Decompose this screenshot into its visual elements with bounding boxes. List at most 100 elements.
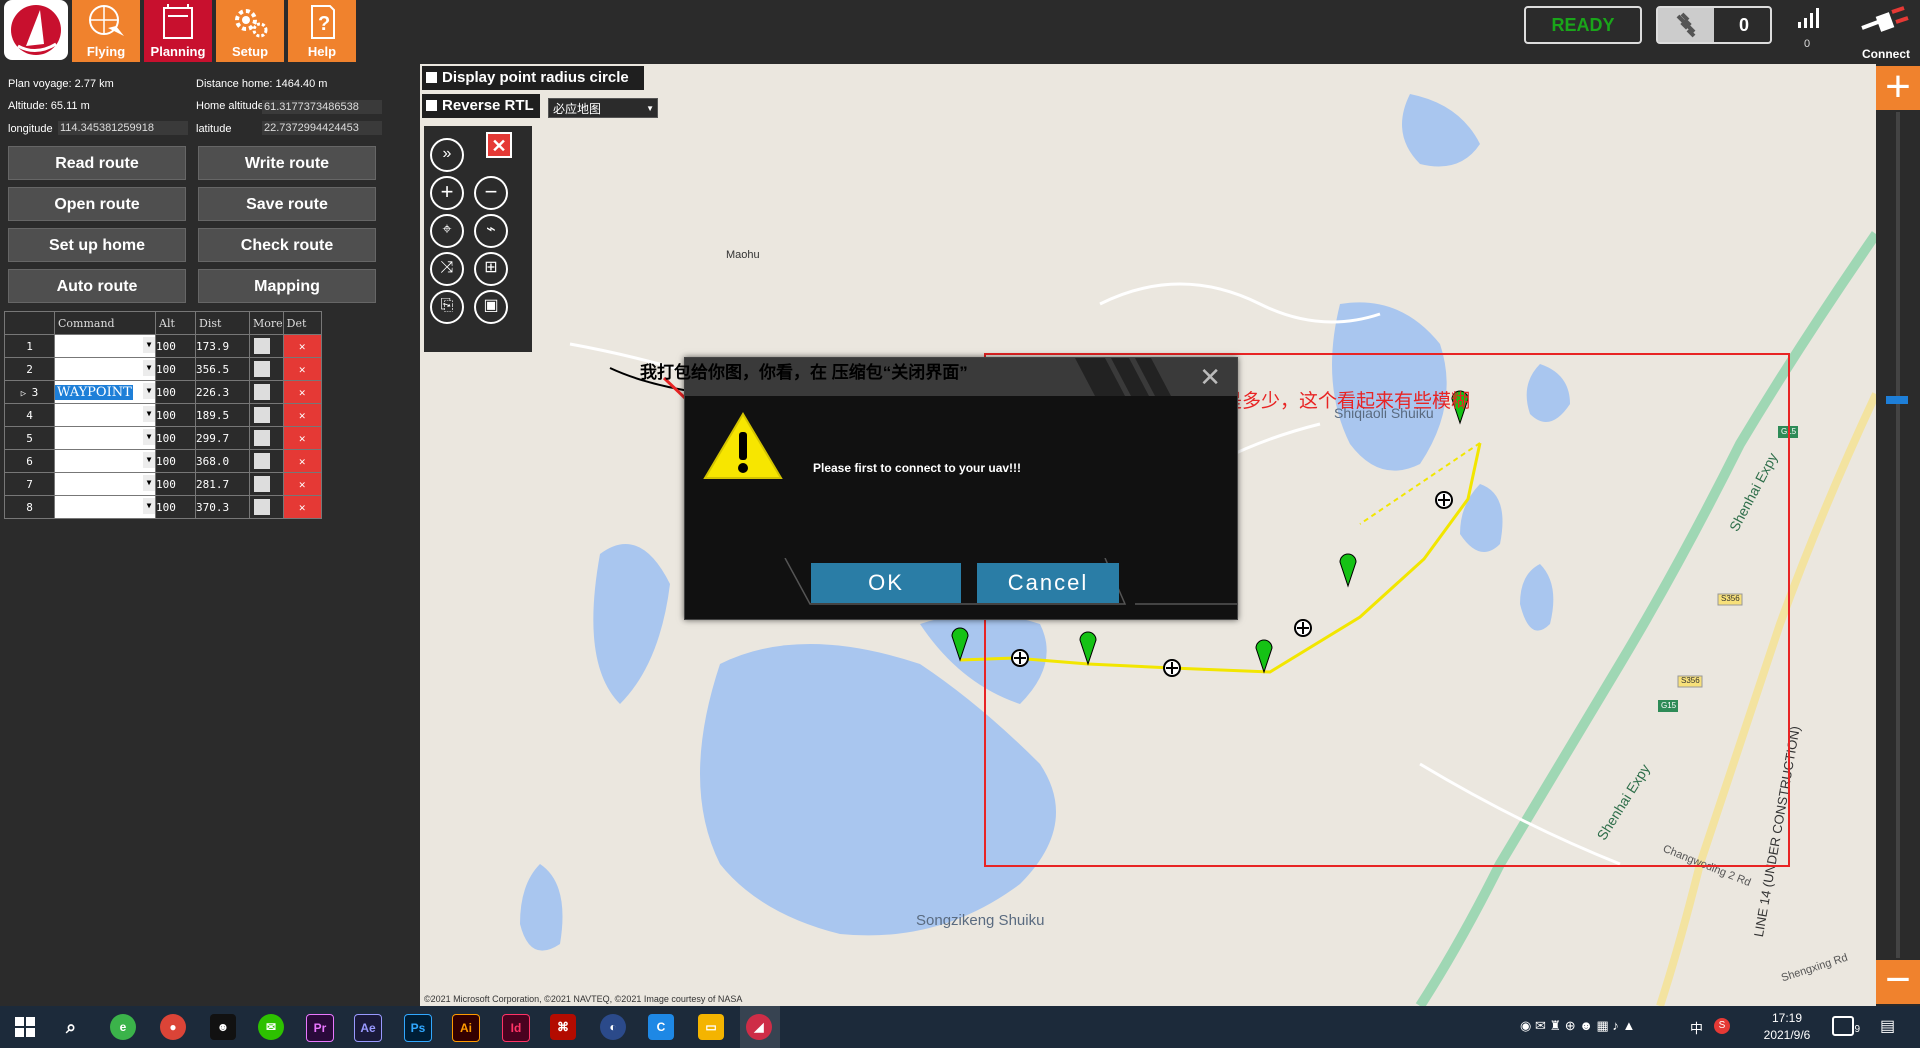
qq-icon[interactable]: ☻	[210, 1014, 236, 1040]
read-route-button[interactable]: Read route	[8, 146, 186, 180]
chevron-down-icon[interactable]: ▼	[143, 498, 155, 514]
delete-button[interactable]: ✕	[282, 380, 322, 404]
illustrator-icon[interactable]: Ai	[452, 1014, 480, 1042]
command-select[interactable]: WAYPOINT ▼	[54, 380, 156, 404]
chevron-down-icon[interactable]: ▼	[143, 360, 155, 376]
sogou-icon[interactable]: S	[1714, 1018, 1730, 1034]
premiere-icon[interactable]: Pr	[306, 1014, 334, 1042]
delete-button[interactable]: ✕	[282, 449, 322, 473]
import-file-icon[interactable]: ⎘	[430, 290, 464, 324]
after-effects-icon[interactable]: Ae	[354, 1014, 382, 1042]
display-radius-checkbox[interactable]: Display point radius circle	[422, 66, 644, 90]
table-row[interactable]: 8 WAYPOINT ▼ 100 370.3 ✕	[4, 495, 322, 519]
tray-icons[interactable]: ◉ ✉ ♜ ⊕ ☻ ▦ ♪ ▲	[1520, 1018, 1635, 1034]
measure-icon[interactable]: ⌁	[474, 214, 508, 248]
command-select[interactable]: WAYPOINT ▼	[54, 472, 156, 496]
save-route-button[interactable]: Save route	[198, 187, 376, 221]
more-button[interactable]	[249, 403, 284, 427]
alt-cell[interactable]: 100	[155, 449, 196, 473]
alt-cell[interactable]: 100	[155, 426, 196, 450]
command-select[interactable]: WAYPOINT ▼	[54, 495, 156, 519]
more-button[interactable]	[249, 426, 284, 450]
set-up-home-button[interactable]: Set up home	[8, 228, 186, 262]
more-button[interactable]	[249, 334, 284, 358]
command-select[interactable]: WAYPOINT ▼	[54, 449, 156, 473]
acrobat-icon[interactable]: ⌘	[550, 1014, 576, 1040]
table-row[interactable]: 2 WAYPOINT ▼ 100 356.5 ✕	[4, 357, 322, 381]
windows-start-icon[interactable]	[12, 1014, 38, 1040]
chevron-down-icon[interactable]: ▼	[143, 406, 155, 422]
close-toolbox-icon[interactable]: ✕	[486, 132, 512, 158]
chevron-down-icon[interactable]: ▼	[143, 337, 155, 353]
table-row[interactable]: ▷ 3 WAYPOINT ▼ 100 226.3 ✕	[4, 380, 322, 404]
chevron-down-icon[interactable]: ▼	[143, 383, 155, 399]
alt-cell[interactable]: 100	[155, 380, 196, 404]
table-row[interactable]: 1 WAYPOINT ▼ 100 173.9 ✕	[4, 334, 322, 358]
more-button[interactable]	[249, 449, 284, 473]
add-waypoint-icon[interactable]: ⊞	[474, 252, 508, 286]
check-route-button[interactable]: Check route	[198, 228, 376, 262]
more-button[interactable]	[249, 495, 284, 519]
zoom-out-icon[interactable]: −	[474, 176, 508, 210]
cancel-button[interactable]: Cancel	[977, 563, 1119, 603]
more-button[interactable]	[249, 380, 284, 404]
zoom-slider-handle[interactable]	[1886, 396, 1908, 404]
alt-cell[interactable]: 100	[155, 334, 196, 358]
search-icon[interactable]: ⌕	[58, 1014, 84, 1040]
cinema4d-icon[interactable]: ◐	[600, 1014, 626, 1040]
open-route-button[interactable]: Open route	[8, 187, 186, 221]
delete-button[interactable]: ✕	[282, 472, 322, 496]
more-button[interactable]	[249, 357, 284, 381]
command-select[interactable]: WAYPOINT ▼	[54, 403, 156, 427]
delete-button[interactable]: ✕	[282, 495, 322, 519]
chevron-down-icon[interactable]: ▼	[143, 452, 155, 468]
alt-cell[interactable]: 100	[155, 472, 196, 496]
table-row[interactable]: 7 WAYPOINT ▼ 100 281.7 ✕	[4, 472, 322, 496]
mapping-button[interactable]: Mapping	[198, 269, 376, 303]
command-select[interactable]: WAYPOINT ▼	[54, 334, 156, 358]
zoom-minus-button[interactable]: −	[1876, 958, 1920, 1004]
delete-button[interactable]: ✕	[282, 403, 322, 427]
alt-cell[interactable]: 100	[155, 403, 196, 427]
auto-route-button[interactable]: Auto route	[8, 269, 186, 303]
action-center-icon[interactable]: ▤	[1880, 1016, 1895, 1036]
alt-cell[interactable]: 100	[155, 495, 196, 519]
ime-indicator[interactable]: 中	[1690, 1018, 1703, 1037]
command-select[interactable]: WAYPOINT ▼	[54, 426, 156, 450]
delete-button[interactable]: ✕	[282, 334, 322, 358]
delete-button[interactable]: ✕	[282, 426, 322, 450]
zoom-plus-button[interactable]: +	[1876, 65, 1920, 110]
location-pin-icon[interactable]: ⌖	[430, 214, 464, 248]
map-view[interactable]: Maohu Shiqiaoli Shuiku Songzikeng Shuiku…	[420, 64, 1876, 1006]
chrome-icon[interactable]: ●	[160, 1014, 186, 1040]
wechat-icon[interactable]: ✉	[258, 1014, 284, 1040]
file-explorer-icon[interactable]: ▭	[698, 1014, 724, 1040]
ok-button[interactable]: OK	[811, 563, 961, 603]
expand-icon[interactable]: »	[430, 138, 464, 172]
zoom-in-icon[interactable]: +	[430, 176, 464, 210]
app-c-icon[interactable]: C	[648, 1014, 674, 1040]
table-row[interactable]: 4 WAYPOINT ▼ 100 189.5 ✕	[4, 403, 322, 427]
table-row[interactable]: 5 WAYPOINT ▼ 100 299.7 ✕	[4, 426, 322, 450]
write-route-button[interactable]: Write route	[198, 146, 376, 180]
chevron-down-icon[interactable]: ▼	[143, 429, 155, 445]
connect-button[interactable]: Connect	[1856, 4, 1916, 62]
app-360-icon[interactable]: e	[110, 1014, 136, 1040]
dialog-close-icon[interactable]: ✕	[1199, 362, 1221, 393]
map-source-select[interactable]: 必应地图 ▼	[548, 98, 658, 118]
more-button[interactable]	[249, 472, 284, 496]
nav-setup-button[interactable]: Setup	[216, 0, 284, 62]
save-icon[interactable]: ▣	[474, 290, 508, 324]
nav-flying-button[interactable]: Flying	[72, 0, 140, 62]
chevron-down-icon[interactable]: ▼	[143, 475, 155, 491]
shuffle-icon[interactable]: ⤨	[430, 252, 464, 286]
nav-planning-button[interactable]: Planning	[144, 0, 212, 62]
indesign-icon[interactable]: Id	[502, 1014, 530, 1042]
notification-count-icon[interactable]: 9	[1832, 1016, 1860, 1036]
nav-help-button[interactable]: ? Help	[288, 0, 356, 62]
photoshop-icon[interactable]: Ps	[404, 1014, 432, 1042]
alt-cell[interactable]: 100	[155, 357, 196, 381]
system-clock[interactable]: 17:19 2021/9/6	[1752, 1010, 1822, 1044]
table-row[interactable]: 6 WAYPOINT ▼ 100 368.0 ✕	[4, 449, 322, 473]
reverse-rtl-checkbox[interactable]: Reverse RTL	[422, 94, 540, 118]
